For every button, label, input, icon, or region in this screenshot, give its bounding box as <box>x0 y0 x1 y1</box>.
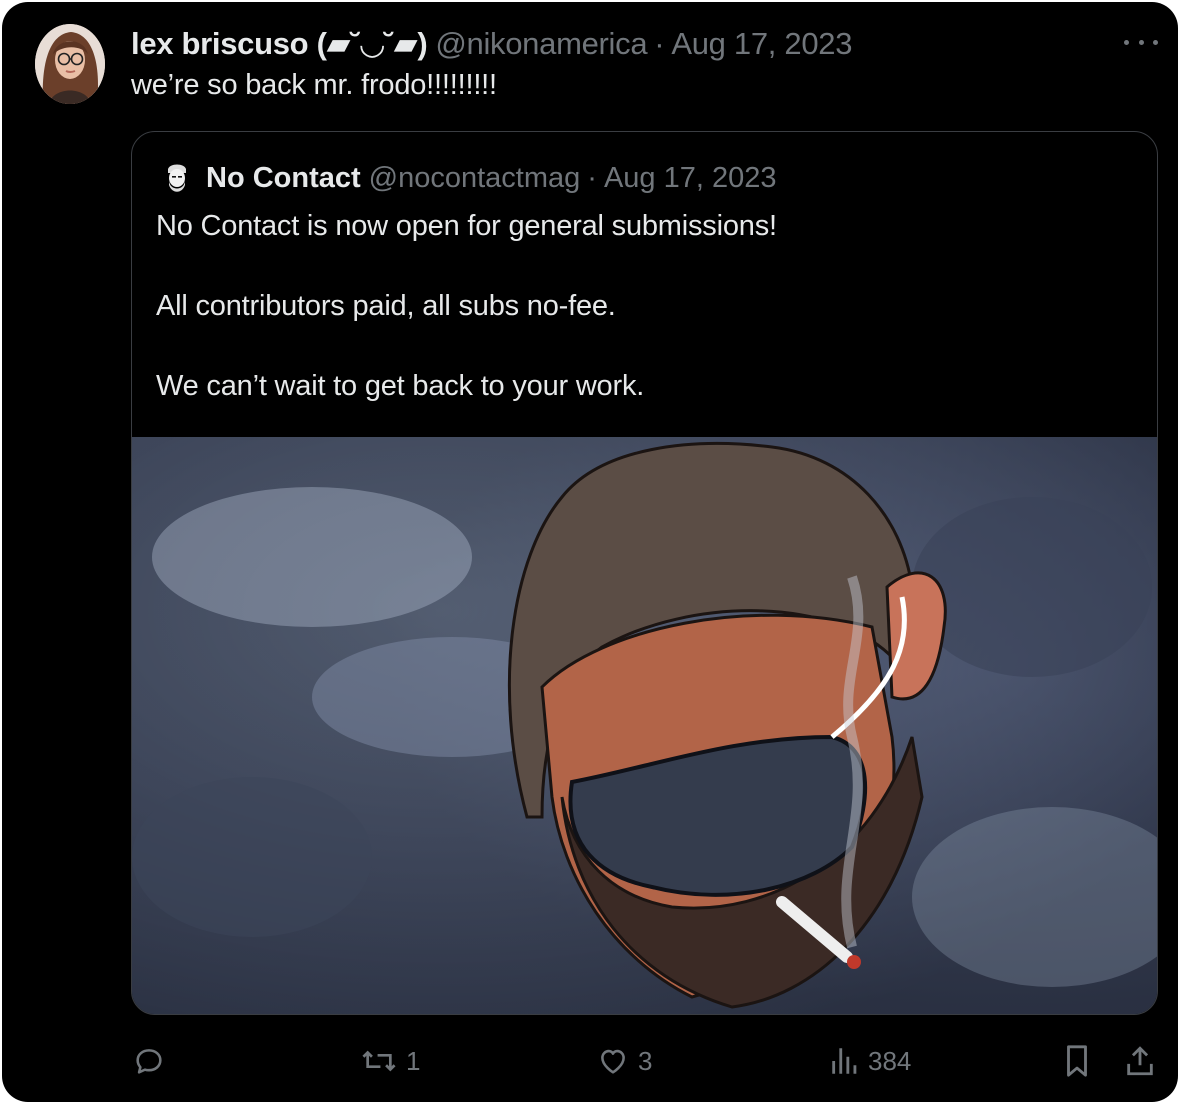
quoted-media-image[interactable] <box>132 437 1157 1014</box>
retweet-button[interactable]: 1 <box>360 1036 420 1086</box>
analytics-icon <box>832 1048 857 1074</box>
separator-dot: · <box>587 161 597 194</box>
reply-button[interactable] <box>132 1036 166 1086</box>
share-icon <box>1127 1046 1153 1076</box>
heart-icon <box>601 1049 625 1074</box>
quoted-tweet-header: No Contact @nocontactmag · Aug 17, 2023 <box>162 158 777 198</box>
quoted-author-handle[interactable]: @nocontactmag <box>369 162 581 195</box>
quoted-paragraph: No Contact is now open for general submi… <box>156 210 777 242</box>
retweet-icon <box>362 1050 396 1072</box>
like-button[interactable]: 3 <box>596 1036 652 1086</box>
quoted-tweet[interactable]: No Contact @nocontactmag · Aug 17, 2023 … <box>131 131 1158 1015</box>
share-button[interactable] <box>1124 1036 1156 1086</box>
quoted-author-name[interactable]: No Contact <box>206 162 361 195</box>
author-handle[interactable]: @nikonamerica <box>435 26 647 62</box>
quoted-tweet-date[interactable]: Aug 17, 2023 <box>604 162 777 195</box>
reply-icon <box>136 1049 162 1074</box>
separator-dot: · <box>654 26 665 61</box>
quoted-author-avatar[interactable] <box>162 161 192 195</box>
quoted-tweet-text: No Contact is now open for general submi… <box>156 206 1136 406</box>
more-options-icon[interactable] <box>1124 32 1158 52</box>
quoted-paragraph: We can’t wait to get back to your work. <box>156 370 645 402</box>
views-button[interactable]: 384 <box>830 1036 911 1086</box>
author-name[interactable]: lex briscuso (▰˘◡˘▰) <box>131 26 428 62</box>
like-count: 3 <box>638 1045 653 1076</box>
quoted-paragraph: All contributors paid, all subs no-fee. <box>156 290 616 322</box>
tweet-text: we’re so back mr. frodo!!!!!!!!! <box>131 69 497 101</box>
bookmark-icon <box>1067 1045 1087 1077</box>
retweet-count: 1 <box>406 1045 421 1076</box>
tweet-card: lex briscuso (▰˘◡˘▰) @nikonamerica · Aug… <box>2 2 1178 1102</box>
tweet-date[interactable]: Aug 17, 2023 <box>671 26 852 62</box>
author-avatar[interactable] <box>35 24 105 104</box>
views-count: 384 <box>868 1045 912 1076</box>
action-bar: 1 3 384 <box>2 1036 1178 1086</box>
tweet-header: lex briscuso (▰˘◡˘▰) @nikonamerica · Aug… <box>131 24 852 64</box>
bookmark-button[interactable] <box>1062 1036 1092 1086</box>
